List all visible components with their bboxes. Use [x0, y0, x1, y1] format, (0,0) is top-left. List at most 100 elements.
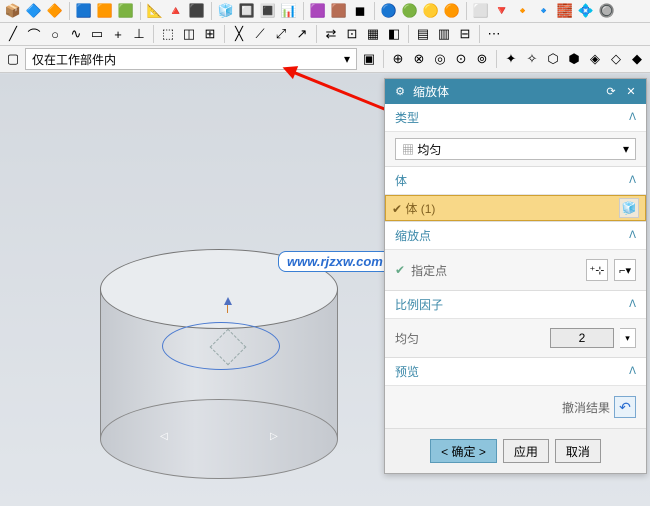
- tool-icon[interactable]: ◫: [180, 25, 198, 43]
- tool-icon[interactable]: 🟡: [422, 2, 440, 20]
- tool-icon[interactable]: 🔸: [514, 2, 532, 20]
- tool-icon[interactable]: ⊞: [201, 25, 219, 43]
- tool-icon[interactable]: 📦: [4, 2, 22, 20]
- tool-icon[interactable]: 🧊: [217, 2, 235, 20]
- tool-icon[interactable]: ▣: [360, 50, 378, 68]
- close-icon[interactable]: ✕: [624, 85, 638, 99]
- tool-icon[interactable]: 🔘: [598, 2, 616, 20]
- tool-icon[interactable]: ▦: [364, 25, 382, 43]
- tool-icon[interactable]: 🟠: [443, 2, 461, 20]
- chevron-up-icon: ᐱ: [629, 112, 636, 123]
- dropdown-icon[interactable]: ▾: [620, 328, 636, 348]
- tool-icon[interactable]: ◈: [586, 50, 604, 68]
- spline-icon[interactable]: ∿: [67, 25, 85, 43]
- tool-icon[interactable]: 🟦: [75, 2, 93, 20]
- scope-dropdown[interactable]: 仅在工作部件内▾: [25, 48, 357, 70]
- scope-label: 仅在工作部件内: [32, 51, 116, 68]
- dialog-title: 缩放体: [413, 83, 449, 100]
- filter-icon[interactable]: ▢: [4, 50, 22, 68]
- tool-icon[interactable]: 🟢: [401, 2, 419, 20]
- scale-body-dialog: ⚙ 缩放体 ⟳ ✕ 类型 ᐱ ▦ 均匀▾ 体 ᐱ ✔ 体 (1) 🧊: [384, 78, 647, 474]
- point-method-button[interactable]: ⌐▾: [614, 259, 636, 281]
- tool-icon[interactable]: ◎: [431, 50, 449, 68]
- tool-icon[interactable]: ⊗: [410, 50, 428, 68]
- tool-icon[interactable]: ⬡: [544, 50, 562, 68]
- tool-icon[interactable]: ⋯: [485, 25, 503, 43]
- tool-icon[interactable]: 🔲: [238, 2, 256, 20]
- toolbar-row-1: 📦 🔷 🔶 🟦 🟧 🟩 📐 🔺 ⬛ 🧊 🔲 🔳 📊 🟪 🟫 ◼ 🔵 🟢 🟡 🟠 …: [0, 0, 650, 23]
- tool-icon[interactable]: 🔹: [535, 2, 553, 20]
- tool-icon[interactable]: ▥: [435, 25, 453, 43]
- tool-icon[interactable]: ╳: [230, 25, 248, 43]
- tool-icon[interactable]: ⊡: [343, 25, 361, 43]
- tool-icon[interactable]: ◼: [351, 2, 369, 20]
- chevron-up-icon: ᐱ: [629, 175, 636, 186]
- scale-factor-input[interactable]: [550, 328, 614, 348]
- section-type-header[interactable]: 类型 ᐱ: [385, 104, 646, 132]
- check-icon: ✔: [395, 263, 405, 277]
- tool-icon[interactable]: ⊟: [456, 25, 474, 43]
- tool-icon[interactable]: 🟩: [117, 2, 135, 20]
- tool-icon[interactable]: ▤: [414, 25, 432, 43]
- tool-icon[interactable]: ◆: [628, 50, 646, 68]
- dialog-titlebar[interactable]: ⚙ 缩放体 ⟳ ✕: [385, 79, 646, 104]
- line-icon[interactable]: ╱: [4, 25, 22, 43]
- tool-icon[interactable]: 🟪: [309, 2, 327, 20]
- tool-icon[interactable]: ⟋: [251, 25, 269, 43]
- tool-icon[interactable]: 💠: [577, 2, 595, 20]
- toolbar-row-2: ╱ ⌒ ○ ∿ ▭ + ⊥ ⬚ ◫ ⊞ ╳ ⟋ ⤢ ↗ ⇄ ⊡ ▦ ◧ ▤ ▥ …: [0, 23, 650, 46]
- apply-button[interactable]: 应用: [503, 439, 549, 463]
- section-preview-header[interactable]: 预览 ᐱ: [385, 358, 646, 386]
- tool-icon[interactable]: ⇄: [322, 25, 340, 43]
- tool-icon[interactable]: ◇: [607, 50, 625, 68]
- tool-icon[interactable]: ↗: [293, 25, 311, 43]
- tool-icon[interactable]: ✧: [523, 50, 541, 68]
- dialog-buttons: < 确定 > 应用 取消: [385, 429, 646, 473]
- chevron-up-icon: ᐱ: [629, 299, 636, 310]
- watermark: www.rjzxw.com: [278, 251, 392, 272]
- body-icon[interactable]: 🧊: [619, 198, 639, 218]
- arc-icon[interactable]: ⌒: [25, 25, 43, 43]
- tool-icon[interactable]: ⊚: [473, 50, 491, 68]
- ok-button[interactable]: < 确定 >: [430, 439, 497, 463]
- chevron-up-icon: ᐱ: [629, 230, 636, 241]
- tool-icon[interactable]: 🟧: [96, 2, 114, 20]
- tool-icon[interactable]: ⬜: [472, 2, 490, 20]
- tool-icon[interactable]: 🔷: [25, 2, 43, 20]
- specify-point-label: 指定点: [411, 262, 447, 279]
- tool-icon[interactable]: 🔵: [380, 2, 398, 20]
- tool-icon[interactable]: 🔺: [167, 2, 185, 20]
- undo-result-label: 撤消结果: [562, 399, 610, 416]
- tool-icon[interactable]: ◧: [385, 25, 403, 43]
- circle-icon[interactable]: ○: [46, 25, 64, 43]
- tool-icon[interactable]: 📐: [146, 2, 164, 20]
- tool-icon[interactable]: ⬛: [188, 2, 206, 20]
- gear-icon: ⚙: [393, 85, 407, 99]
- tool-icon[interactable]: 🧱: [556, 2, 574, 20]
- point-picker-button[interactable]: ⁺⊹: [586, 259, 608, 281]
- type-dropdown[interactable]: ▦ 均匀▾: [395, 138, 636, 160]
- tool-icon[interactable]: ⬢: [565, 50, 583, 68]
- body-selection[interactable]: ✔ 体 (1) 🧊: [385, 195, 646, 221]
- tool-icon[interactable]: 🔻: [493, 2, 511, 20]
- section-point-header[interactable]: 缩放点 ᐱ: [385, 222, 646, 250]
- tool-icon[interactable]: ⊕: [389, 50, 407, 68]
- tool-icon[interactable]: 🟫: [330, 2, 348, 20]
- point-icon[interactable]: +: [109, 25, 127, 43]
- undo-icon[interactable]: ↶: [614, 396, 636, 418]
- section-body-header[interactable]: 体 ᐱ: [385, 167, 646, 195]
- tool-icon[interactable]: ✦: [502, 50, 520, 68]
- tool-icon[interactable]: 🔳: [259, 2, 277, 20]
- tool-icon[interactable]: ⬚: [159, 25, 177, 43]
- section-factor-header[interactable]: 比例因子 ᐱ: [385, 291, 646, 319]
- uniform-label: 均匀: [395, 330, 419, 347]
- axis-icon[interactable]: ⊥: [130, 25, 148, 43]
- cylinder-model[interactable]: ◁ ▷: [100, 249, 340, 449]
- refresh-icon[interactable]: ⟳: [604, 85, 618, 99]
- tool-icon[interactable]: 🔶: [46, 2, 64, 20]
- tool-icon[interactable]: 📊: [280, 2, 298, 20]
- tool-icon[interactable]: ⤢: [272, 25, 290, 43]
- cancel-button[interactable]: 取消: [555, 439, 601, 463]
- rect-icon[interactable]: ▭: [88, 25, 106, 43]
- tool-icon[interactable]: ⊙: [452, 50, 470, 68]
